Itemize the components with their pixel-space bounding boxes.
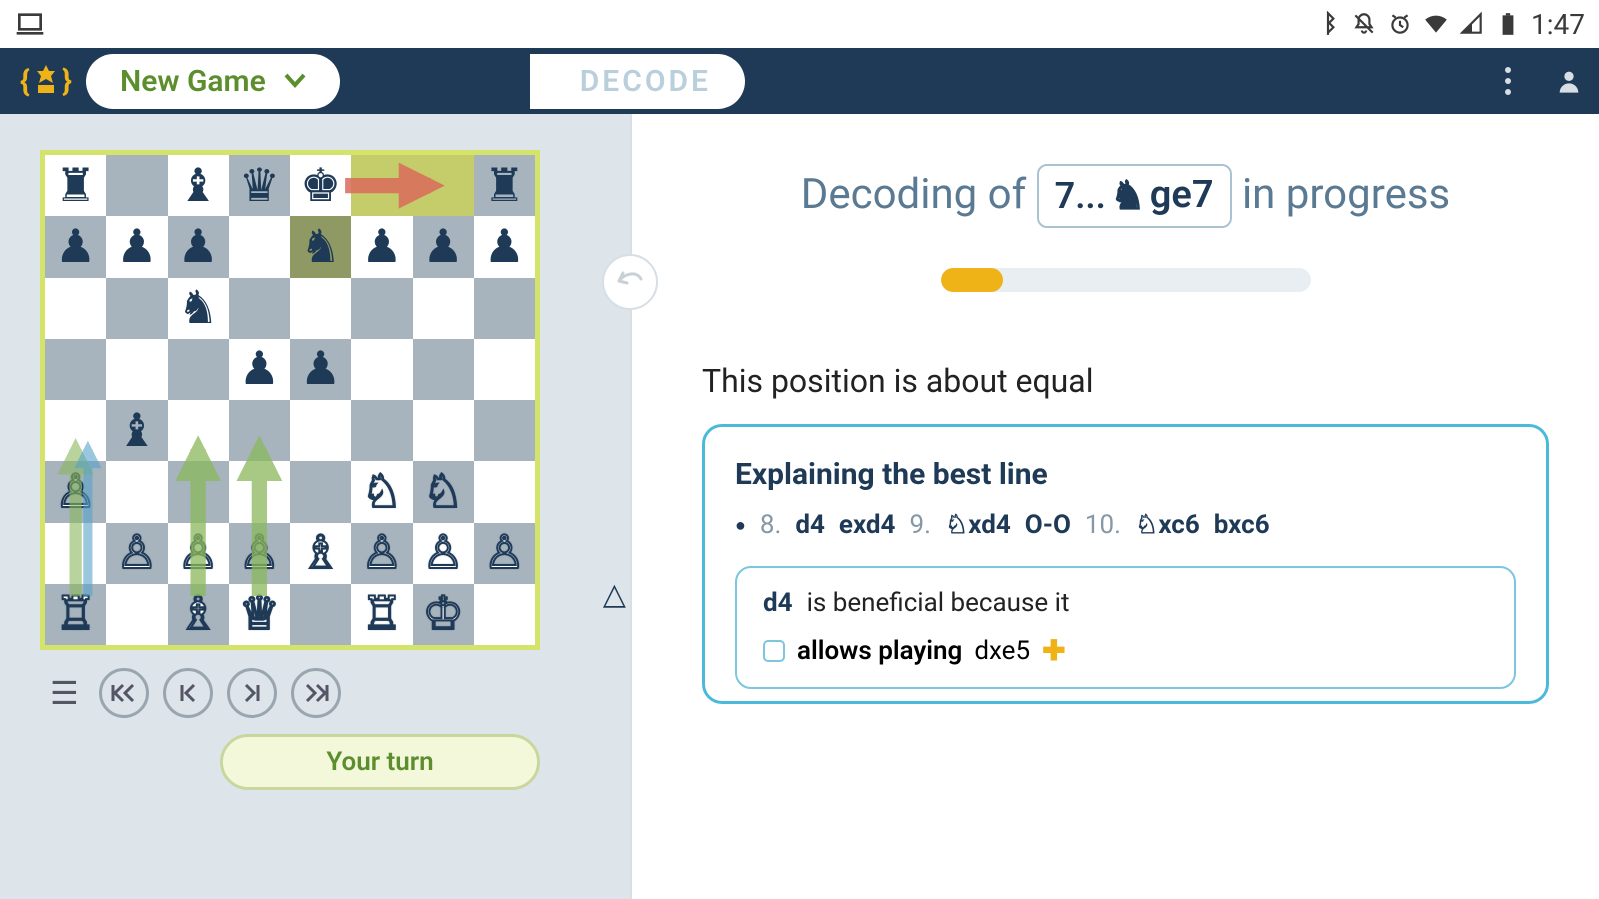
best-line-card: Explaining the best line ● 8.d4exd49.♘xd…	[702, 424, 1549, 704]
signal-icon	[1459, 11, 1485, 37]
menu-icon[interactable]: ☰	[50, 674, 79, 712]
app-logo[interactable]: { }	[16, 59, 76, 103]
last-move-button[interactable]	[291, 668, 341, 718]
app-header: { } New Game DECODE	[0, 48, 1599, 114]
move-controls: ☰	[50, 668, 602, 718]
left-panel: ♜♝♛♚♜♟♟♟♞♟♟♟♞♟♟♝♙♘♘♙♙♙♗♙♙♙♖♗♕♖♔ △ ☰	[0, 114, 630, 899]
back-button[interactable]	[602, 254, 658, 310]
flip-board-icon[interactable]: △	[603, 577, 626, 612]
chevron-down-icon	[284, 73, 306, 89]
best-line-title: Explaining the best line	[735, 457, 1516, 492]
explanation-card: d4 is beneficial because it allows playi…	[735, 566, 1516, 689]
reason-checkbox[interactable]	[763, 640, 785, 662]
progress-bar	[941, 268, 1311, 292]
decode-tab[interactable]: DECODE	[530, 54, 745, 109]
prev-move-button[interactable]	[163, 668, 213, 718]
profile-icon[interactable]	[1555, 67, 1583, 95]
svg-text:}: }	[62, 64, 72, 99]
bluetooth-icon	[1315, 11, 1341, 37]
new-game-button[interactable]: New Game	[86, 54, 340, 109]
decode-title: Decoding of 7... ♞ge7 in progress	[702, 164, 1549, 228]
expand-icon[interactable]: ✚	[1042, 634, 1065, 667]
wifi-icon	[1423, 11, 1449, 37]
decoded-move: 7... ♞ge7	[1037, 164, 1232, 228]
alarm-icon	[1387, 11, 1413, 37]
right-panel: Decoding of 7... ♞ge7 in progress This p…	[630, 114, 1599, 899]
next-move-button[interactable]	[227, 668, 277, 718]
more-icon[interactable]	[1503, 66, 1513, 96]
turn-indicator: Your turn	[220, 734, 540, 790]
laptop-icon	[14, 8, 46, 40]
bell-off-icon	[1351, 11, 1377, 37]
moves-line[interactable]: ● 8.d4exd49.♘xd4O-O10.♘xc6bxc6	[735, 510, 1516, 540]
status-time: 1:47	[1531, 8, 1585, 41]
new-game-label: New Game	[120, 64, 266, 99]
chess-board[interactable]: ♜♝♛♚♜♟♟♟♞♟♟♟♞♟♟♝♙♘♘♙♙♙♗♙♙♙♖♗♕♖♔	[40, 150, 540, 650]
battery-icon	[1495, 11, 1521, 37]
position-eval: This position is about equal	[702, 362, 1549, 400]
svg-text:{: {	[20, 64, 30, 99]
first-move-button[interactable]	[99, 668, 149, 718]
status-bar: 1:47	[0, 0, 1599, 48]
